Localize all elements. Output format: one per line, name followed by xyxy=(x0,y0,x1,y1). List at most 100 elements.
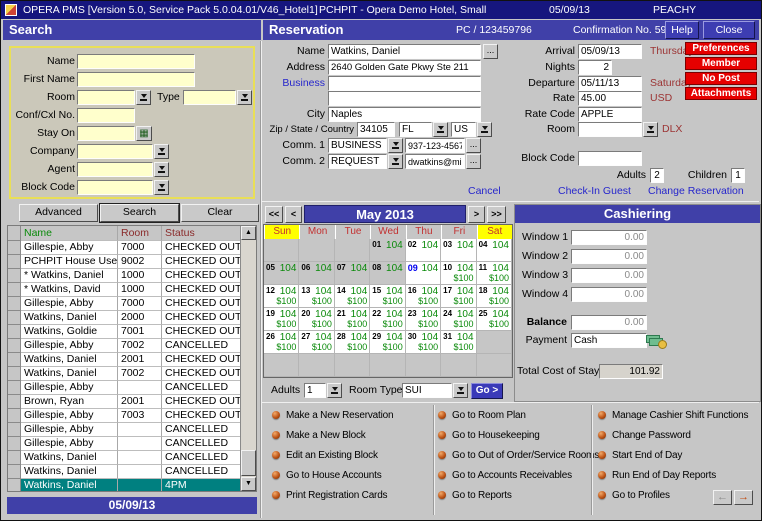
comm1-value-field[interactable] xyxy=(405,138,465,153)
table-row[interactable]: Watkins, Daniel 4PM xyxy=(8,479,256,492)
menu-item[interactable]: Go to Reports xyxy=(438,485,599,505)
arrival-field[interactable] xyxy=(578,44,642,59)
row-selector[interactable] xyxy=(8,241,21,255)
menu-item[interactable]: Go to Room Plan xyxy=(438,405,599,425)
calendar-day-cell[interactable]: 28 104 $100 xyxy=(335,331,370,354)
payment-field[interactable] xyxy=(571,333,647,348)
calendar-day-cell[interactable]: 12 104 $100 xyxy=(264,285,299,308)
country-field[interactable] xyxy=(451,122,476,137)
menu-item[interactable]: Make a New Reservation xyxy=(272,405,393,425)
calendar-day-cell[interactable] xyxy=(335,239,370,262)
row-selector[interactable] xyxy=(8,437,21,451)
column-header-room[interactable]: Room xyxy=(118,226,162,241)
calendar-day-cell[interactable]: 20 104 $100 xyxy=(299,308,334,331)
table-row[interactable]: Watkins, Daniel 2001 CHECKED OUT xyxy=(8,353,256,367)
nights-field[interactable] xyxy=(578,60,612,75)
comm2-value-field[interactable] xyxy=(405,154,465,169)
calendar-day-cell[interactable]: 10 104 $100 xyxy=(441,262,476,285)
calendar-day-cell[interactable]: 31 104 $100 xyxy=(441,331,476,354)
window4-field[interactable] xyxy=(571,287,647,302)
calendar-day-cell[interactable]: 03 104 xyxy=(441,239,476,262)
table-row[interactable]: Watkins, Daniel CANCELLED xyxy=(8,451,256,465)
rate-field[interactable] xyxy=(578,91,642,106)
search-conf-input[interactable] xyxy=(77,108,135,123)
business-link-label[interactable]: Business xyxy=(263,76,325,91)
results-scrollbar[interactable]: ▲ ▼ xyxy=(240,226,256,491)
advanced-button[interactable]: Advanced xyxy=(19,204,98,222)
search-type-input[interactable] xyxy=(183,90,236,105)
menu-item[interactable]: Go to Out of Order/Service Rooms xyxy=(438,445,599,465)
row-selector[interactable] xyxy=(8,451,21,465)
row-selector[interactable] xyxy=(8,269,21,283)
calendar-day-cell[interactable] xyxy=(264,354,299,377)
table-row[interactable]: Gillespie, Abby 7000 CHECKED OUT xyxy=(8,297,256,311)
table-row[interactable]: Gillespie, Abby 7002 CANCELLED xyxy=(8,339,256,353)
table-row[interactable]: * Watkins, David 1000 CHECKED OUT xyxy=(8,283,256,297)
city-field[interactable] xyxy=(328,107,481,122)
zip-field[interactable] xyxy=(357,122,395,137)
address2-field[interactable] xyxy=(328,91,481,106)
row-selector[interactable] xyxy=(8,409,21,423)
calendar-day-cell[interactable]: 22 104 $100 xyxy=(370,308,405,331)
menu-item[interactable]: Start End of Day xyxy=(598,445,748,465)
avail-room-type-field[interactable] xyxy=(402,383,452,398)
row-selector[interactable] xyxy=(8,339,21,353)
calendar-day-cell[interactable] xyxy=(299,354,334,377)
window1-field[interactable] xyxy=(571,230,647,245)
table-row[interactable]: Watkins, Goldie 7001 CHECKED OUT xyxy=(8,325,256,339)
row-selector[interactable] xyxy=(8,395,21,409)
calendar-day-cell[interactable]: 05 104 xyxy=(264,262,299,285)
next-month-button[interactable]: > xyxy=(468,206,485,223)
red-option-button[interactable]: No Post xyxy=(685,72,757,85)
children-field[interactable] xyxy=(731,168,745,183)
calendar-day-cell[interactable] xyxy=(477,331,512,354)
calendar-day-cell[interactable]: 04 104 xyxy=(477,239,512,262)
agent-lov-button[interactable] xyxy=(154,162,169,177)
search-stayon-input[interactable] xyxy=(77,126,135,141)
state-lov-button[interactable] xyxy=(433,122,448,137)
window2-field[interactable] xyxy=(571,249,647,264)
calendar-day-cell[interactable]: 11 104 $100 xyxy=(477,262,512,285)
row-selector[interactable] xyxy=(8,255,21,269)
window3-field[interactable] xyxy=(571,268,647,283)
avail-adults-lov[interactable] xyxy=(327,383,342,398)
row-selector[interactable] xyxy=(8,325,21,339)
page-prev-arrow-icon[interactable]: ← xyxy=(713,490,732,505)
comm2-lov-button[interactable] xyxy=(388,154,403,169)
table-row[interactable]: * Watkins, Daniel 1000 CHECKED OUT xyxy=(8,269,256,283)
calendar-day-cell[interactable] xyxy=(370,354,405,377)
calendar-day-cell[interactable]: 17 104 $100 xyxy=(441,285,476,308)
calendar-day-cell[interactable]: 06 104 xyxy=(299,262,334,285)
row-selector[interactable] xyxy=(8,367,21,381)
search-button[interactable]: Search xyxy=(100,204,179,222)
country-lov-button[interactable] xyxy=(477,122,492,137)
comm2-type-field[interactable] xyxy=(328,154,387,169)
menu-item[interactable]: Go to Housekeeping xyxy=(438,425,599,445)
room-lov-button[interactable] xyxy=(136,90,151,105)
prev-year-button[interactable]: << xyxy=(265,206,283,223)
check-in-guest-link[interactable]: Check-In Guest xyxy=(558,185,631,197)
close-button[interactable]: Close xyxy=(703,21,755,39)
search-name-input[interactable] xyxy=(77,54,195,69)
menu-item[interactable]: Make a New Block xyxy=(272,425,393,445)
comm1-type-field[interactable] xyxy=(328,138,387,153)
row-selector[interactable] xyxy=(8,423,21,437)
calendar-day-cell[interactable]: 16 104 $100 xyxy=(406,285,441,308)
calendar-day-cell[interactable]: 24 104 $100 xyxy=(441,308,476,331)
table-row[interactable]: Brown, Ryan 2001 CHECKED OUT xyxy=(8,395,256,409)
calendar-day-cell[interactable]: 21 104 $100 xyxy=(335,308,370,331)
balance-field[interactable] xyxy=(571,315,647,330)
business-field[interactable] xyxy=(328,76,481,91)
menu-item[interactable]: Change Password xyxy=(598,425,748,445)
calendar-day-cell[interactable]: 09 104 xyxy=(406,262,441,285)
calendar-day-cell[interactable]: 27 104 $100 xyxy=(299,331,334,354)
calendar-day-cell[interactable]: 13 104 $100 xyxy=(299,285,334,308)
calendar-day-cell[interactable] xyxy=(441,354,476,377)
calendar-day-cell[interactable]: 26 104 $100 xyxy=(264,331,299,354)
row-selector[interactable] xyxy=(8,311,21,325)
menu-item[interactable]: Edit an Existing Block xyxy=(272,445,393,465)
calendar-day-cell[interactable]: 15 104 $100 xyxy=(370,285,405,308)
calendar-day-cell[interactable]: 19 104 $100 xyxy=(264,308,299,331)
row-selector[interactable] xyxy=(8,297,21,311)
adults-field[interactable] xyxy=(650,168,664,183)
